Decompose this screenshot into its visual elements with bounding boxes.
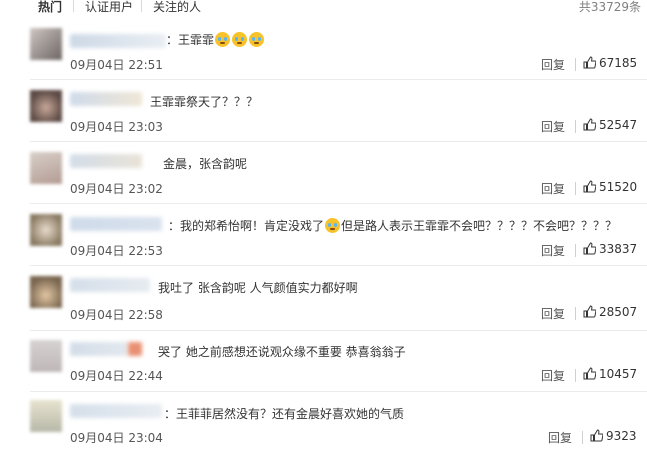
like-button[interactable]: 67185 xyxy=(583,56,637,70)
like-button[interactable]: 52547 xyxy=(583,118,637,132)
tab-divider xyxy=(141,0,142,12)
comment-timestamp: 09月04日 23:02 xyxy=(70,182,163,196)
tab-divider xyxy=(73,0,74,12)
user-nickname-redacted[interactable] xyxy=(70,278,150,292)
like-count: 52547 xyxy=(599,118,638,132)
tab-hot[interactable]: 热门 xyxy=(38,0,62,15)
comment-timestamp: 09月04日 22:44 xyxy=(70,369,163,383)
comment-item: 哭了 她之前感想还说观众缘不重要 恭喜翁翁子 09月04日 22:44 回复 1… xyxy=(0,334,647,396)
comment-text-part: ：我的郑希怡啊！肯定没戏了 xyxy=(168,219,325,233)
comment-filter-tabs: 热门 认证用户 关注的人 共33729条 xyxy=(0,0,647,16)
tab-following[interactable]: 关注的人 xyxy=(153,0,201,15)
user-avatar[interactable] xyxy=(30,152,62,184)
like-button[interactable]: 33837 xyxy=(583,242,637,256)
crying-emoji-icon xyxy=(249,32,265,47)
reply-button[interactable]: 回复 xyxy=(541,367,565,384)
action-divider xyxy=(582,431,583,444)
comment-divider xyxy=(30,330,647,331)
comment-timestamp: 09月04日 22:51 xyxy=(70,58,163,72)
comment-text: ：我的郑希怡啊！肯定没戏了 但是路人表示王霏霏不会吧？？？？不会吧？？？？ xyxy=(168,217,617,234)
like-count: 33837 xyxy=(599,242,638,256)
crying-emoji-icon xyxy=(215,32,231,47)
action-divider xyxy=(575,120,576,133)
user-nickname-redacted[interactable] xyxy=(70,154,142,168)
comment-timestamp: 09月04日 22:58 xyxy=(70,308,163,322)
user-nickname-redacted[interactable] xyxy=(70,92,142,106)
comment-text: 我吐了 张含韵呢 人气颜值实力都好啊 xyxy=(158,281,358,295)
reply-button[interactable]: 回复 xyxy=(541,56,565,73)
user-avatar[interactable] xyxy=(30,276,62,308)
comment-divider xyxy=(30,79,647,80)
action-divider xyxy=(575,58,576,71)
user-avatar[interactable] xyxy=(30,400,62,432)
action-divider xyxy=(575,182,576,195)
tab-verified-users[interactable]: 认证用户 xyxy=(85,0,133,15)
like-button[interactable]: 51520 xyxy=(583,180,637,194)
crying-emoji-icon xyxy=(325,218,341,233)
like-count: 51520 xyxy=(599,180,638,194)
user-avatar[interactable] xyxy=(30,214,62,246)
like-count: 10457 xyxy=(599,367,638,381)
like-button[interactable]: 28507 xyxy=(583,305,637,319)
comment-divider xyxy=(30,141,647,142)
comment-item: ：王霏霏 09月04日 22:51 回复 67185 xyxy=(0,22,647,84)
comment-divider xyxy=(30,265,647,266)
reply-button[interactable]: 回复 xyxy=(541,305,565,322)
comment-item: ：王菲菲居然没有？还有金晨好喜欢她的气质 09月04日 23:04 回复 932… xyxy=(0,396,647,458)
reply-button[interactable]: 回复 xyxy=(541,118,565,135)
user-avatar[interactable] xyxy=(30,90,62,122)
thumbs-up-icon xyxy=(583,242,597,255)
comment-timestamp: 09月04日 23:04 xyxy=(70,431,163,445)
comment-text-part: 但是路人表示王霏霏不会吧？？？？不会吧？？？？ xyxy=(341,219,618,233)
user-badge-redacted xyxy=(128,342,142,356)
thumbs-up-icon xyxy=(583,118,597,131)
comment-total-count: 共33729条 xyxy=(578,0,641,14)
comment-timestamp: 09月04日 23:03 xyxy=(70,120,163,134)
comment-item: ：我的郑希怡啊！肯定没戏了 但是路人表示王霏霏不会吧？？？？不会吧？？？？ 09月… xyxy=(0,208,647,270)
comment-item: 我吐了 张含韵呢 人气颜值实力都好啊 09月04日 22:58 回复 28507 xyxy=(0,270,647,332)
comment-text: ：王霏霏 xyxy=(166,31,265,48)
action-divider xyxy=(575,307,576,320)
comment-text: 金晨，张含韵呢 xyxy=(163,157,248,171)
reply-button[interactable]: 回复 xyxy=(548,429,572,446)
action-divider xyxy=(575,369,576,382)
like-button[interactable]: 9323 xyxy=(590,429,637,443)
user-avatar[interactable] xyxy=(30,340,62,372)
comment-item: 金晨，张含韵呢 09月04日 23:02 回复 51520 xyxy=(0,146,647,208)
user-nickname-redacted[interactable] xyxy=(70,404,162,418)
comment-timestamp: 09月04日 22:53 xyxy=(70,244,163,258)
like-count: 9323 xyxy=(606,429,637,443)
user-nickname-redacted[interactable] xyxy=(70,34,166,48)
comment-text-content: ：王霏霏 xyxy=(166,33,215,47)
reply-button[interactable]: 回复 xyxy=(541,180,565,197)
reply-button[interactable]: 回复 xyxy=(541,242,565,259)
thumbs-up-icon xyxy=(583,367,597,380)
action-divider xyxy=(575,244,576,257)
thumbs-up-icon xyxy=(583,56,597,69)
like-count: 67185 xyxy=(599,56,638,70)
comment-text: 哭了 她之前感想还说观众缘不重要 恭喜翁翁子 xyxy=(158,345,406,359)
thumbs-up-icon xyxy=(583,305,597,318)
comment-divider xyxy=(30,391,647,392)
user-nickname-redacted[interactable] xyxy=(70,342,128,356)
comment-text: 王霏霏祭天了？？？ xyxy=(150,95,259,109)
comment-item: 王霏霏祭天了？？？ 09月04日 23:03 回复 52547 xyxy=(0,84,647,146)
thumbs-up-icon xyxy=(590,429,604,442)
like-count: 28507 xyxy=(599,305,638,319)
comment-divider xyxy=(30,203,647,204)
comment-text: ：王菲菲居然没有？还有金晨好喜欢她的气质 xyxy=(164,407,405,421)
like-button[interactable]: 10457 xyxy=(583,367,637,381)
user-avatar[interactable] xyxy=(30,28,62,60)
thumbs-up-icon xyxy=(583,180,597,193)
user-nickname-redacted[interactable] xyxy=(70,217,162,231)
crying-emoji-icon xyxy=(232,32,248,47)
